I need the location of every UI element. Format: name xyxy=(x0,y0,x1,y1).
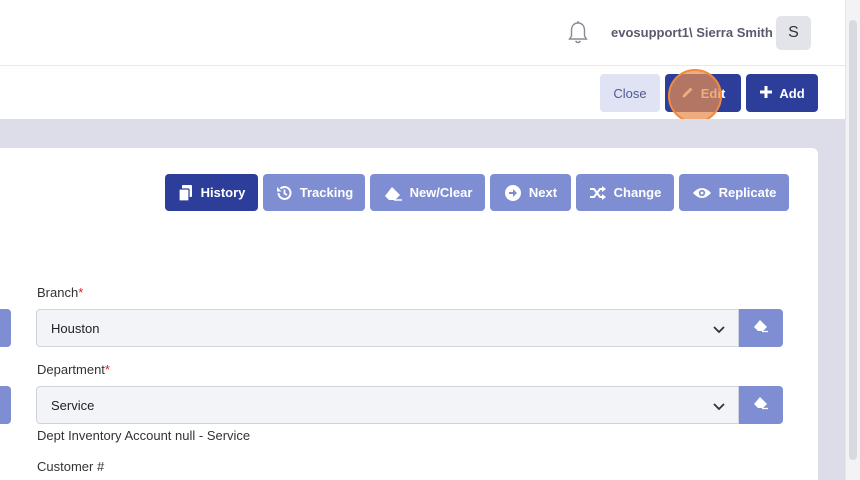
user-name[interactable]: evosupport1\ Sierra Smith xyxy=(611,25,773,40)
pencil-icon xyxy=(681,85,695,102)
department-clear-button[interactable] xyxy=(739,386,783,424)
department-label: Department* xyxy=(37,362,110,377)
add-label: Add xyxy=(779,85,805,101)
arrow-right-circle-icon xyxy=(504,184,522,202)
branch-clear-button[interactable] xyxy=(739,309,783,347)
bell-icon[interactable] xyxy=(566,20,590,46)
customer-label: Customer # xyxy=(37,459,105,474)
department-select[interactable]: Service xyxy=(36,386,739,424)
eraser-icon xyxy=(753,319,769,338)
branch-value: Houston xyxy=(51,320,100,336)
close-button[interactable]: Close xyxy=(600,74,660,112)
change-button[interactable]: Change xyxy=(576,174,674,211)
next-label: Next xyxy=(528,185,558,200)
eraser-icon xyxy=(753,396,769,415)
add-button[interactable]: Add xyxy=(746,74,818,112)
scrollbar-thumb[interactable] xyxy=(849,20,857,460)
department-value: Service xyxy=(51,397,95,413)
history-label: History xyxy=(200,185,246,200)
tracking-label: Tracking xyxy=(299,185,354,200)
chevron-down-icon xyxy=(712,322,726,339)
branch-label-text: Branch xyxy=(37,285,79,300)
next-button[interactable]: Next xyxy=(490,174,571,211)
avatar[interactable]: S xyxy=(776,16,811,50)
edit-label: Edit xyxy=(700,85,726,101)
edit-button[interactable]: Edit xyxy=(665,74,741,112)
department-label-text: Department xyxy=(37,362,105,377)
scrollbar[interactable] xyxy=(845,0,860,480)
department-helper-text: Dept Inventory Account null - Service xyxy=(37,428,251,443)
left-field-button[interactable] xyxy=(0,386,11,424)
top-bar: evosupport1\ Sierra Smith S xyxy=(0,0,860,66)
new-clear-button[interactable]: New/Clear xyxy=(370,174,485,211)
copy-icon xyxy=(177,184,194,202)
shuffle-icon xyxy=(589,185,607,201)
eye-icon xyxy=(692,186,712,200)
left-field-button[interactable] xyxy=(0,309,11,347)
replicate-label: Replicate xyxy=(718,185,777,200)
required-mark: * xyxy=(104,362,110,377)
tracking-button[interactable]: Tracking xyxy=(263,174,365,211)
history-button[interactable]: History xyxy=(165,174,258,211)
eraser-icon xyxy=(383,185,403,201)
change-label: Change xyxy=(613,185,662,200)
new-clear-label: New/Clear xyxy=(409,185,473,200)
chevron-down-icon xyxy=(712,399,726,416)
required-mark: * xyxy=(78,285,84,300)
branch-select[interactable]: Houston xyxy=(36,309,739,347)
history-icon xyxy=(275,184,293,202)
plus-icon xyxy=(759,85,773,102)
replicate-button[interactable]: Replicate xyxy=(679,174,789,211)
branch-label: Branch* xyxy=(37,285,83,300)
